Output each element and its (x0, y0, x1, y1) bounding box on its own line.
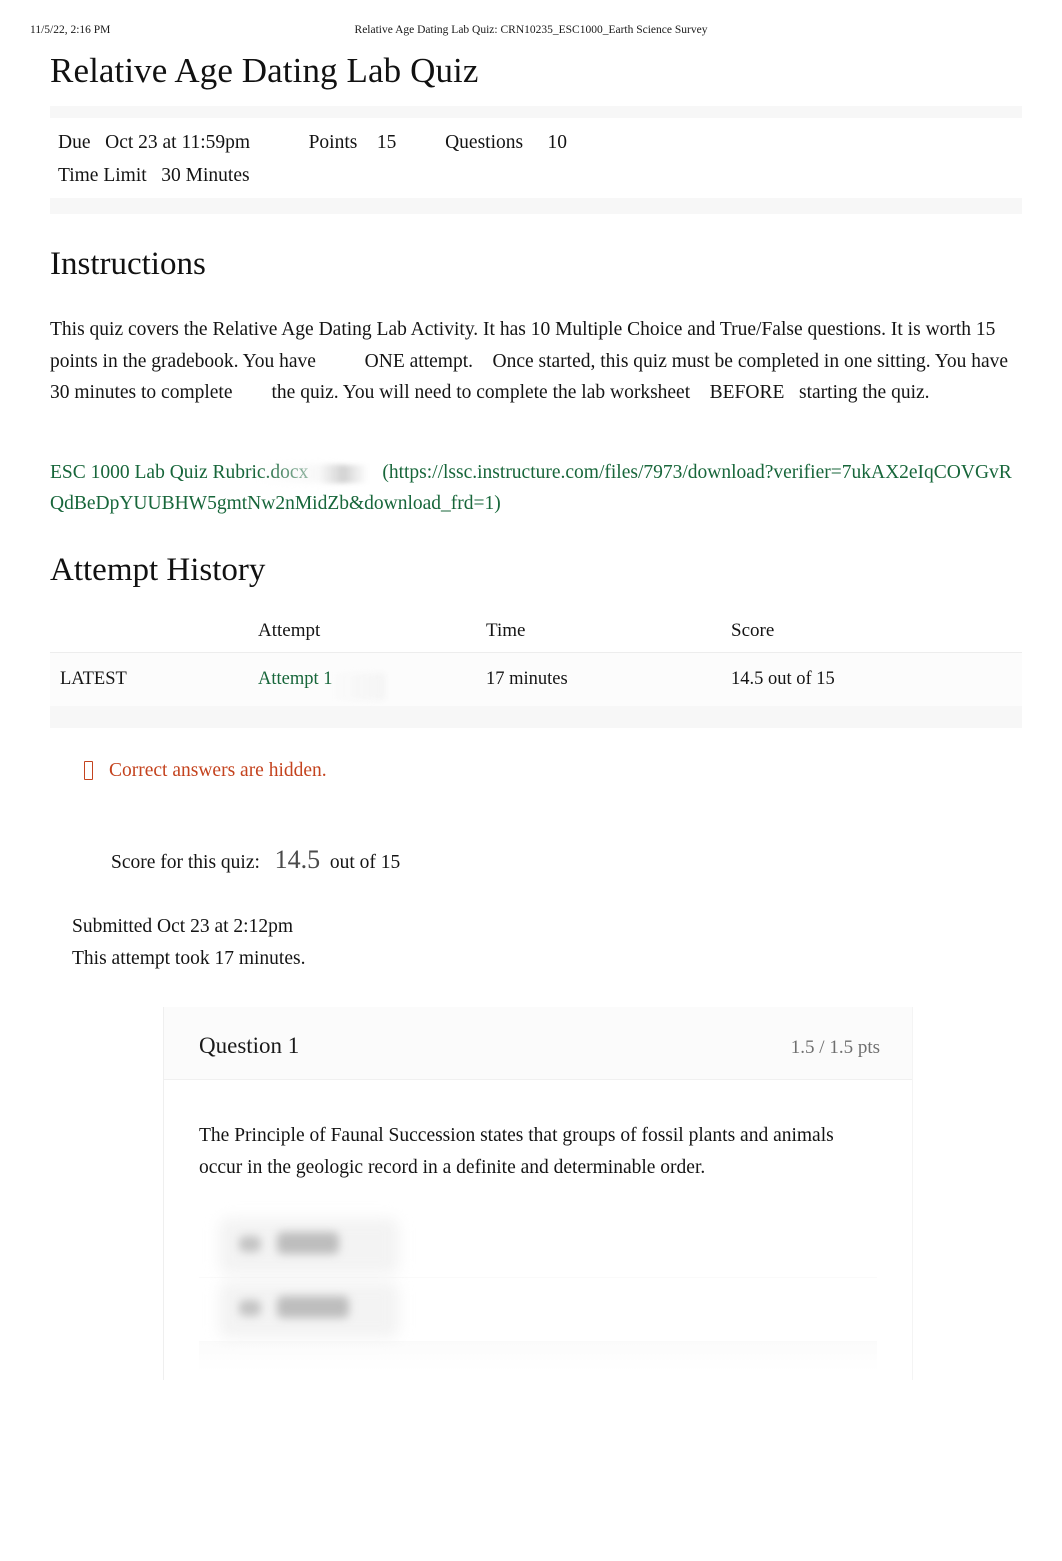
answer-label-redacted (277, 1295, 349, 1318)
column-header-kept (50, 614, 258, 653)
question-header: Question 1 1.5 / 1.5 pts (164, 1006, 912, 1080)
question-card: Question 1 1.5 / 1.5 pts The Principle o… (163, 1006, 913, 1380)
attempt-1-label: Attempt 1 (258, 668, 333, 689)
correct-answers-hidden-label: Correct answers are hidden. (109, 759, 327, 781)
card-bottom-fade (199, 1341, 877, 1372)
score-summary: Score for this quiz: 14.5 out of 15 Subm… (72, 812, 1022, 975)
column-header-time: Time (486, 619, 526, 641)
attempt-history-table: Attempt Time Score LATEST Attempt 1 17 m… (50, 614, 1022, 708)
missing-glyph-box-icon (84, 761, 93, 780)
attachment-block: ESC 1000 Lab Quiz Rubric.docx (https://ls… (50, 457, 1022, 520)
column-header-attempt: Attempt (258, 619, 321, 641)
attachment-link[interactable]: ESC 1000 Lab Quiz Rubric.docx (50, 461, 345, 483)
attempt-1-link[interactable]: Attempt 1 (258, 668, 385, 700)
radio-button-icon[interactable] (239, 1299, 261, 1316)
quiz-meta: Due Oct 23 at 11:59pm Points 15 Question… (50, 106, 1022, 214)
quiz-results: Correct answers are hidden. Score for th… (50, 758, 1022, 975)
column-header-score: Score (731, 619, 775, 641)
page-title: Relative Age Dating Lab Quiz (50, 51, 479, 90)
score-for-quiz-line: Score for this quiz: 14.5 out of 15 (72, 812, 1022, 911)
submitted-line: Submitted Oct 23 at 2:12pm (72, 915, 293, 937)
answer-option-redacted[interactable] (199, 1214, 877, 1278)
attempt-history-heading: Attempt History (50, 551, 266, 588)
table-row: LATEST Attempt 1 17 minutes 14.5 out of … (50, 652, 1022, 708)
instructions-heading: Instructions (50, 246, 206, 282)
answer-option-redacted[interactable] (199, 1278, 877, 1342)
cell-kept-badge: LATEST (60, 668, 127, 689)
meta-band-bottom (50, 198, 1022, 214)
attachment-link-label: ESC 1000 Lab Quiz Rubric.docx (50, 461, 309, 483)
meta-band-top (50, 106, 1022, 118)
table-header-row: Attempt Time Score (50, 614, 1022, 653)
attempt-duration-line: This attempt took 17 minutes. (72, 947, 306, 969)
radio-button-icon[interactable] (239, 1235, 261, 1252)
question-title: Question 1 (199, 1032, 300, 1058)
download-icon (320, 465, 369, 484)
question-points: 1.5 / 1.5 pts (790, 1036, 880, 1058)
page-content: Relative Age Dating Lab Quiz Due Oct 23 … (50, 0, 1022, 1380)
correct-answers-hidden-notice: Correct answers are hidden. (72, 758, 1022, 784)
score-suffix: out of 15 (329, 851, 401, 873)
table-footer-band (50, 705, 1022, 728)
question-text: The Principle of Faunal Succession state… (199, 1124, 834, 1178)
instructions-body: This quiz covers the Relative Age Dating… (50, 319, 1048, 403)
score-value: 14.5 (274, 844, 321, 874)
answer-list (199, 1214, 877, 1342)
quiz-meta-line-time-limit: Time Limit 30 Minutes (58, 165, 250, 186)
cell-time: 17 minutes (486, 668, 568, 689)
answer-label-redacted (277, 1231, 339, 1254)
question-body: The Principle of Faunal Succession state… (164, 1080, 912, 1380)
cell-attempt: Attempt 1 (258, 652, 486, 708)
quiz-meta-line-due: Due Oct 23 at 11:59pm Points 15 Question… (58, 132, 567, 153)
score-label: Score for this quiz: (111, 851, 260, 873)
cell-score: 14.5 out of 15 (731, 668, 835, 689)
